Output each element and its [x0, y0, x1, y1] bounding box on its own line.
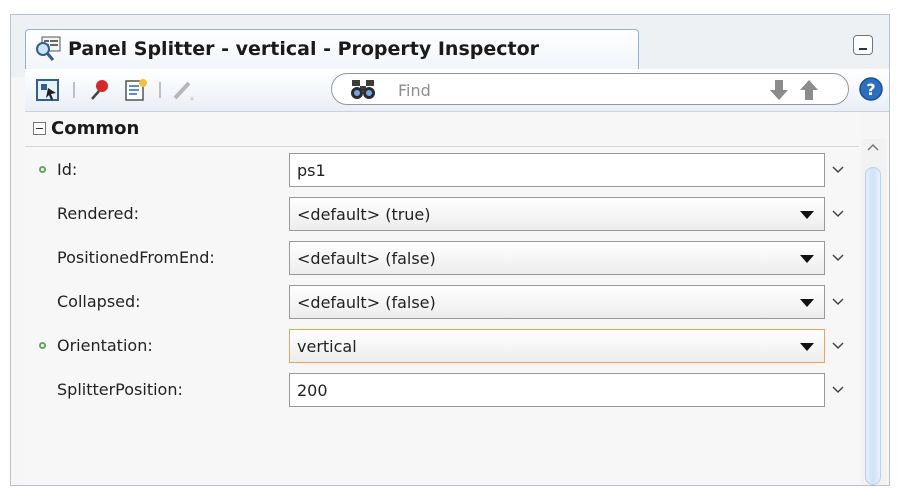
window-title: Panel Splitter - vertical - Property Ins… [68, 38, 540, 60]
search-input[interactable] [398, 79, 728, 101]
property-label: Collapsed: [57, 292, 141, 311]
property-label: Id: [57, 160, 78, 179]
vertical-scrollbar[interactable] [861, 139, 887, 485]
field-value: <default> (false) [297, 249, 436, 268]
chevron-down-icon[interactable] [831, 339, 845, 353]
toolbar-separator [159, 82, 161, 98]
arrow-up-icon[interactable] [796, 77, 822, 103]
toolbar-separator [73, 82, 75, 98]
field-value: ps1 [297, 161, 326, 180]
field-value: vertical [297, 337, 357, 356]
collapse-icon[interactable] [33, 122, 46, 135]
select-component-icon[interactable] [35, 77, 61, 103]
property-row-rendered: Rendered: <default> (true) [25, 192, 859, 236]
dropdown-caret-icon [800, 343, 814, 351]
dropdown-caret-icon [800, 255, 814, 263]
svg-text:?: ? [866, 80, 875, 99]
orientation-select[interactable]: vertical [289, 329, 825, 363]
splitterposition-field[interactable]: 200 [289, 373, 825, 407]
dropdown-caret-icon [800, 211, 814, 219]
chevron-down-icon[interactable] [831, 295, 845, 309]
title-bar: Panel Splitter - vertical - Property Ins… [11, 15, 889, 77]
section-title: Common [51, 118, 140, 139]
property-row-id: Id: ps1 [25, 148, 859, 192]
pin-icon[interactable] [87, 77, 113, 103]
property-label: Rendered: [57, 204, 139, 223]
pencil-icon [173, 81, 194, 101]
help-icon[interactable]: ? [858, 76, 884, 102]
positionedfromend-select[interactable]: <default> (false) [289, 241, 825, 275]
section-header-common[interactable]: Common [25, 112, 859, 147]
required-indicator-icon [39, 342, 46, 349]
dropdown-caret-icon [800, 299, 814, 307]
field-value: <default> (true) [297, 205, 431, 224]
properties-panel: Common Id: ps1 Rendered: <default> (true… [25, 112, 859, 484]
property-row-splitterposition: SplitterPosition: 200 [25, 368, 859, 412]
property-label: SplitterPosition: [57, 380, 183, 399]
edit-properties-icon[interactable] [123, 77, 149, 103]
chevron-down-icon[interactable] [831, 207, 845, 221]
rendered-select[interactable]: <default> (true) [289, 197, 825, 231]
chevron-down-icon[interactable] [831, 383, 845, 397]
property-label: Orientation: [57, 336, 153, 355]
field-value: <default> (false) [297, 293, 436, 312]
collapsed-select[interactable]: <default> (false) [289, 285, 825, 319]
arrow-down-icon[interactable] [766, 77, 792, 103]
minimize-button[interactable] [853, 35, 873, 55]
property-label: PositionedFromEnd: [57, 248, 215, 267]
field-value: 200 [297, 381, 328, 400]
scroll-up-icon[interactable] [864, 139, 882, 157]
scrollbar-thumb[interactable] [865, 167, 881, 485]
required-indicator-icon [39, 166, 46, 173]
property-row-positionedfromend: PositionedFromEnd: <default> (false) [25, 236, 859, 280]
property-row-orientation: Orientation: vertical [25, 324, 859, 368]
inspector-tab[interactable]: Panel Splitter - vertical - Property Ins… [25, 29, 639, 69]
chevron-down-icon[interactable] [831, 163, 845, 177]
property-inspector-window: Panel Splitter - vertical - Property Ins… [10, 14, 890, 486]
toolbar: ? [25, 69, 889, 112]
binoculars-icon [351, 80, 375, 99]
chevron-down-icon[interactable] [831, 251, 845, 265]
id-field[interactable]: ps1 [289, 153, 825, 187]
property-row-collapsed: Collapsed: <default> (false) [25, 280, 859, 324]
search-box[interactable] [331, 73, 849, 105]
property-inspector-icon [36, 36, 61, 61]
